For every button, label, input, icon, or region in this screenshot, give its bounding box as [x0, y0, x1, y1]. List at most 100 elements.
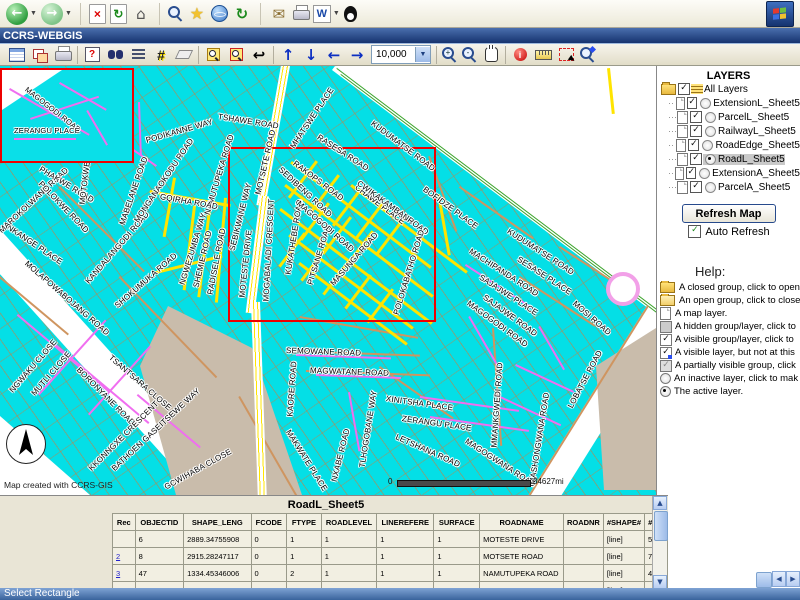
layer-visibility-checkbox[interactable]: ✓ [687, 97, 697, 109]
windows-flag-icon [773, 7, 787, 20]
grid-toggle-button[interactable]: # [152, 46, 170, 64]
clear-selection-button[interactable] [175, 46, 193, 64]
layer-label[interactable]: ExtensionL_Sheet5 [713, 98, 800, 109]
chevron-down-icon[interactable]: ▼ [415, 47, 430, 62]
find-binoculars-button[interactable] [106, 46, 124, 64]
column-header-shape_leng: SHAPE_LENG [184, 514, 251, 531]
forward-dropdown-icon[interactable]: ▼ [65, 10, 72, 17]
help-text: The active layer. [674, 386, 743, 397]
column-header-fcode: FCODE [251, 514, 287, 531]
scrollbar-thumb[interactable] [654, 511, 668, 541]
active-layer-radio[interactable] [702, 140, 713, 151]
forward-button[interactable]: → [41, 3, 63, 25]
edit-word-icon[interactable]: W [313, 5, 331, 23]
layer-item-extensionl_sheet5[interactable]: ✓ ExtensionL_Sheet5 [657, 96, 800, 110]
layer-item-parcela_sheet5[interactable]: ✓ ParcelA_Sheet5 [657, 180, 800, 194]
refresh-button[interactable]: ↻ [110, 4, 127, 24]
pan-down-button[interactable]: ↓ [302, 46, 320, 64]
layer-item-extensiona_sheet5[interactable]: ✓ ExtensionA_Sheet5 [657, 166, 800, 180]
back-extent-button[interactable]: ↩ [250, 46, 268, 64]
auto-refresh-checkbox[interactable]: ✓ [688, 225, 701, 238]
record-link-cell[interactable]: 3 [113, 565, 136, 582]
layer-visibility-checkbox[interactable]: ✓ [688, 139, 699, 151]
edit-dropdown-icon[interactable]: ▼ [333, 10, 340, 17]
layer-item-parcell_sheet5[interactable]: ✓ ParcelL_Sheet5 [657, 110, 800, 124]
pan-up-button[interactable]: ↑ [279, 46, 297, 64]
layer-visibility-checkbox[interactable]: ✓ [690, 153, 702, 165]
scroll-down-button[interactable]: ▼ [653, 575, 667, 589]
record-link[interactable]: 2 [116, 552, 120, 561]
windows-logo-button[interactable] [766, 1, 794, 27]
horizontal-scrollbar[interactable]: ◀ ▶ [756, 571, 800, 587]
layer-visibility-checkbox[interactable]: ✓ [690, 125, 702, 137]
layer-item-roadedge_sheet5[interactable]: ✓ RoadEdge_Sheet5 [657, 138, 800, 152]
active-layer-radio[interactable] [700, 98, 711, 109]
zoom-in-button[interactable]: + [442, 47, 457, 62]
scroll-right-button[interactable]: ▶ [786, 571, 800, 587]
zoom-active-layer-button[interactable] [204, 46, 222, 64]
zoom-out-button[interactable]: - [462, 47, 477, 62]
layer-label[interactable]: RoadEdge_Sheet5 [715, 140, 800, 151]
active-layer-radio[interactable] [699, 168, 710, 179]
favorites-star-icon[interactable]: ★ [187, 4, 207, 24]
layer-label[interactable]: RailwayL_Sheet5 [718, 126, 796, 137]
layer-label[interactable]: ExtensionA_Sheet5 [712, 168, 800, 179]
layer-item-railwayl_sheet5[interactable]: ✓ RailwayL_Sheet5 [657, 124, 800, 138]
active-layer-radio[interactable] [705, 154, 716, 165]
info-button[interactable]: i [511, 46, 529, 64]
back-dropdown-icon[interactable]: ▼ [30, 10, 37, 17]
record-link[interactable]: 3 [116, 569, 120, 578]
table-scrollbar[interactable]: ▲ ▼ [652, 496, 667, 589]
stop-button[interactable]: × [89, 4, 106, 24]
layer-visibility-checkbox[interactable]: ✓ [690, 181, 702, 193]
zoom-selected-button[interactable] [227, 46, 245, 64]
checked-zoom-checkbox-icon: ✓ [660, 347, 672, 359]
media-globe-icon[interactable] [211, 5, 228, 22]
group-label[interactable]: All Layers [704, 84, 748, 95]
measure-button[interactable] [534, 46, 552, 64]
folder-open-icon [660, 295, 675, 306]
layer-label[interactable]: ParcelA_Sheet5 [718, 182, 790, 193]
legend-toggle-button[interactable] [8, 46, 26, 64]
pan-hand-button[interactable] [482, 46, 500, 64]
layer-label[interactable]: RoadL_Sheet5 [718, 154, 785, 165]
hscrollbar-thumb[interactable] [756, 572, 772, 588]
tree-connector [669, 145, 675, 146]
history-icon[interactable]: ↻ [232, 4, 252, 24]
record-link-cell[interactable]: 2 [113, 548, 136, 565]
mail-icon[interactable]: ✉ [269, 4, 289, 24]
identify-button[interactable]: ? [83, 46, 101, 64]
group-visibility-checkbox[interactable]: ✓ [678, 83, 690, 95]
back-button[interactable]: ← [6, 3, 28, 25]
road-label: ZERANGU PLACE [14, 126, 80, 135]
scroll-up-button[interactable]: ▲ [653, 496, 667, 510]
layer-label[interactable]: ParcelL_Sheet5 [718, 112, 789, 123]
table-cell: 1334.45346006 [184, 565, 251, 582]
scroll-left-button[interactable]: ◀ [772, 571, 786, 587]
layer-visibility-checkbox[interactable]: ✓ [686, 167, 696, 179]
folder-open-icon[interactable] [661, 84, 676, 95]
print-icon[interactable] [293, 9, 309, 21]
qq-messenger-icon[interactable] [344, 6, 357, 22]
table-cell: 0 [251, 548, 287, 565]
layer-item-roadl_sheet5[interactable]: ✓ RoadL_Sheet5 [657, 152, 800, 166]
layer-list-button[interactable] [129, 46, 147, 64]
active-layer-radio[interactable] [705, 112, 716, 123]
pan-left-button[interactable]: ← [325, 46, 343, 64]
find-magnifier-button[interactable] [580, 47, 595, 62]
refresh-map-button[interactable]: Refresh Map [682, 204, 776, 223]
layer-group-all-layers[interactable]: ✓ All Layers [657, 82, 800, 96]
print-map-button[interactable] [54, 46, 72, 64]
home-button[interactable]: ⌂ [131, 4, 151, 24]
layer-visibility-checkbox[interactable]: ✓ [690, 111, 702, 123]
overview-window-button[interactable] [31, 46, 49, 64]
scale-select[interactable]: 10,000▼ [371, 45, 431, 64]
map-canvas[interactable]: TSHAWE ROADPODIKANNE WAYMHATSWE PLACERAS… [0, 66, 656, 497]
active-layer-radio[interactable] [705, 126, 716, 137]
active-layer-radio[interactable] [705, 182, 716, 193]
help-text: A hidden group/layer, click to [675, 321, 796, 332]
select-rectangle-button[interactable] [557, 46, 575, 64]
search-icon[interactable] [168, 6, 183, 21]
separator [198, 46, 199, 64]
pan-right-button[interactable]: → [348, 46, 366, 64]
